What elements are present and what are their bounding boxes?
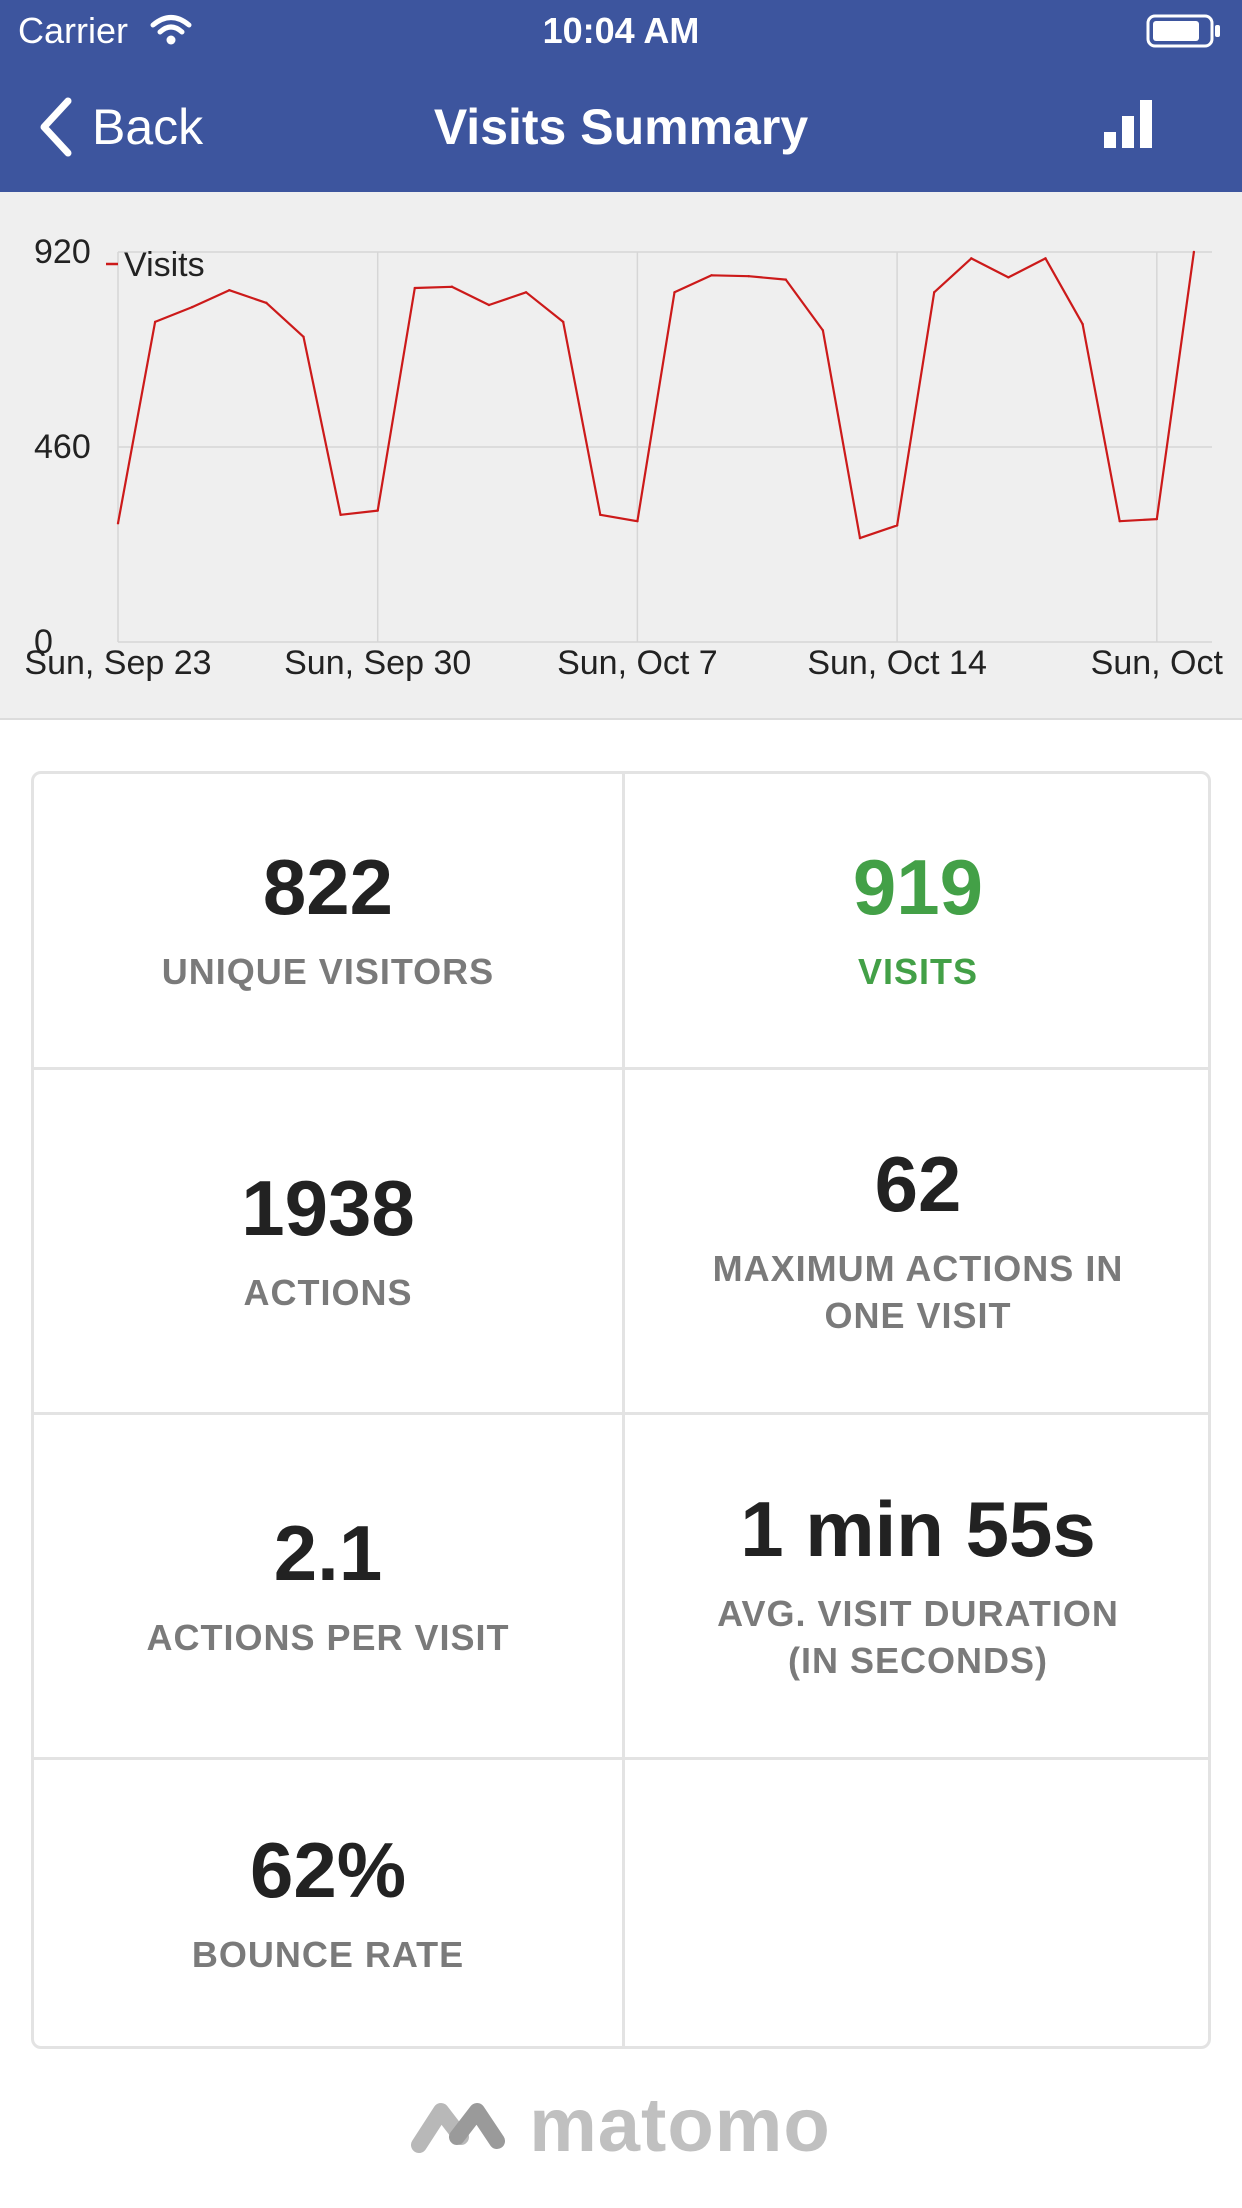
- visits-data-point: [153, 320, 157, 324]
- stat-label: MAXIMUM ACTIONS IN ONE VISIT: [712, 1248, 1124, 1336]
- visits-data-point: [1118, 519, 1121, 523]
- stat-label: UNIQUE VISITORS: [161, 951, 495, 992]
- visits-data-point: [599, 513, 602, 517]
- visits-data-point: [228, 288, 231, 292]
- page-title: Visits Summary: [433, 99, 809, 155]
- y-tick-label: 460: [34, 428, 91, 466]
- stat-value: 2.1: [273, 1508, 383, 1597]
- visits-data-point: [413, 286, 416, 290]
- x-tick-label: Sun, Sep 30: [284, 644, 471, 682]
- clock: 10:04 AM: [542, 10, 700, 51]
- stat-label: ACTIONS: [243, 1271, 413, 1313]
- visits-chart: 0 460 920 Sun, Sep 23 Sun, Sep 30 Sun, Oct 7S…: [0, 192, 1242, 720]
- stat-label: VISITS: [857, 951, 979, 992]
- y-tick-label: 920: [34, 233, 91, 271]
- visits-data-point: [673, 291, 676, 294]
- visits-data-point: [970, 257, 973, 260]
- visits-series-line: [116, 251, 1195, 540]
- stat-value: 62%: [249, 1825, 407, 1914]
- stat-empty-cell: [625, 1760, 1211, 2046]
- status-bar: Carrier 10:04 AM: [0, 0, 1242, 62]
- visits-data-point: [524, 291, 528, 294]
- stat-visits[interactable]: 919 VISITS: [625, 774, 1211, 1067]
- stat-max-actions[interactable]: 62 MAXIMUM ACTIONS IN ONE VISIT: [625, 1070, 1211, 1412]
- stat-actions[interactable]: 1938 ACTIONS: [34, 1070, 622, 1412]
- navigation-bar: Back Visits Summary: [0, 62, 1242, 192]
- visits-data-point: [858, 536, 862, 540]
- top-bar: Carrier 10:04 AM Back Visits Summary: [0, 0, 1242, 192]
- legend-label: Visits: [124, 246, 205, 284]
- visits-data-point: [191, 305, 194, 309]
- visits-data-point: [1081, 322, 1084, 326]
- visits-data-point: [265, 301, 268, 305]
- battery-icon: [1146, 14, 1220, 48]
- stat-unique-visitors[interactable]: 822 UNIQUE VISITORS: [34, 774, 622, 1067]
- footer: matomo: [0, 2080, 1242, 2170]
- visits-data-point: [710, 274, 713, 277]
- visits-data-point: [784, 278, 787, 281]
- stat-label: ACTIONS PER VISIT: [146, 1616, 510, 1658]
- stat-label: AVG. VISIT DURATION (IN SECONDS): [717, 1593, 1119, 1681]
- visits-data-point: [1044, 257, 1047, 260]
- stat-actions-per-visit[interactable]: 2.1 ACTIONS PER VISIT: [34, 1415, 622, 1757]
- x-tick-label: Sun, Oct 14: [807, 644, 987, 682]
- brand-name: matomo: [529, 2082, 831, 2168]
- visits-data-point: [376, 509, 379, 512]
- visits-data-point: [116, 522, 120, 525]
- stat-label: BOUNCE RATE: [191, 1933, 465, 1975]
- visits-data-point: [487, 303, 491, 307]
- visits-data-point: [1155, 517, 1159, 521]
- stat-bounce-rate[interactable]: 62% BOUNCE RATE: [34, 1760, 622, 2046]
- x-tick-label: Sun, Oct 7: [557, 644, 718, 682]
- stat-avg-visit-duration[interactable]: 1 min 55s AVG. VISIT DURATION (IN SECOND…: [625, 1415, 1211, 1757]
- visits-data-point: [450, 285, 454, 288]
- visits-data-point: [747, 274, 750, 278]
- stat-value: 62: [874, 1140, 962, 1229]
- bar-chart-icon[interactable]: [1100, 96, 1156, 152]
- visits-chart-svg: 0460920Sun, Sep 23 Sun, Sep 30 Sun, Oct 7S…: [24, 233, 1224, 682]
- x-tick-label: Sun, Sep 23: [24, 644, 211, 682]
- stat-value: 1938: [241, 1163, 415, 1252]
- visits-data-point: [895, 524, 899, 527]
- visits-data-point: [636, 519, 639, 523]
- x-tick-label: Sun, Oct: [1091, 644, 1224, 682]
- matomo-logo-icon: [411, 2103, 506, 2153]
- visits-data-point: [1192, 250, 1196, 254]
- visits-data-point: [339, 513, 342, 517]
- stats-grid: 822 UNIQUE VISITORS 919 VISITS 1938 ACTI…: [31, 771, 1211, 2049]
- visits-data-point: [1007, 276, 1010, 279]
- visits-data-point: [302, 335, 305, 338]
- stat-value: 822: [262, 843, 394, 932]
- visits-data-point: [821, 329, 825, 332]
- stat-value: 1 min 55s: [740, 1485, 1096, 1574]
- visits-data-point: [933, 291, 936, 294]
- stat-value: 919: [852, 843, 984, 932]
- visits-data-point: [562, 320, 565, 324]
